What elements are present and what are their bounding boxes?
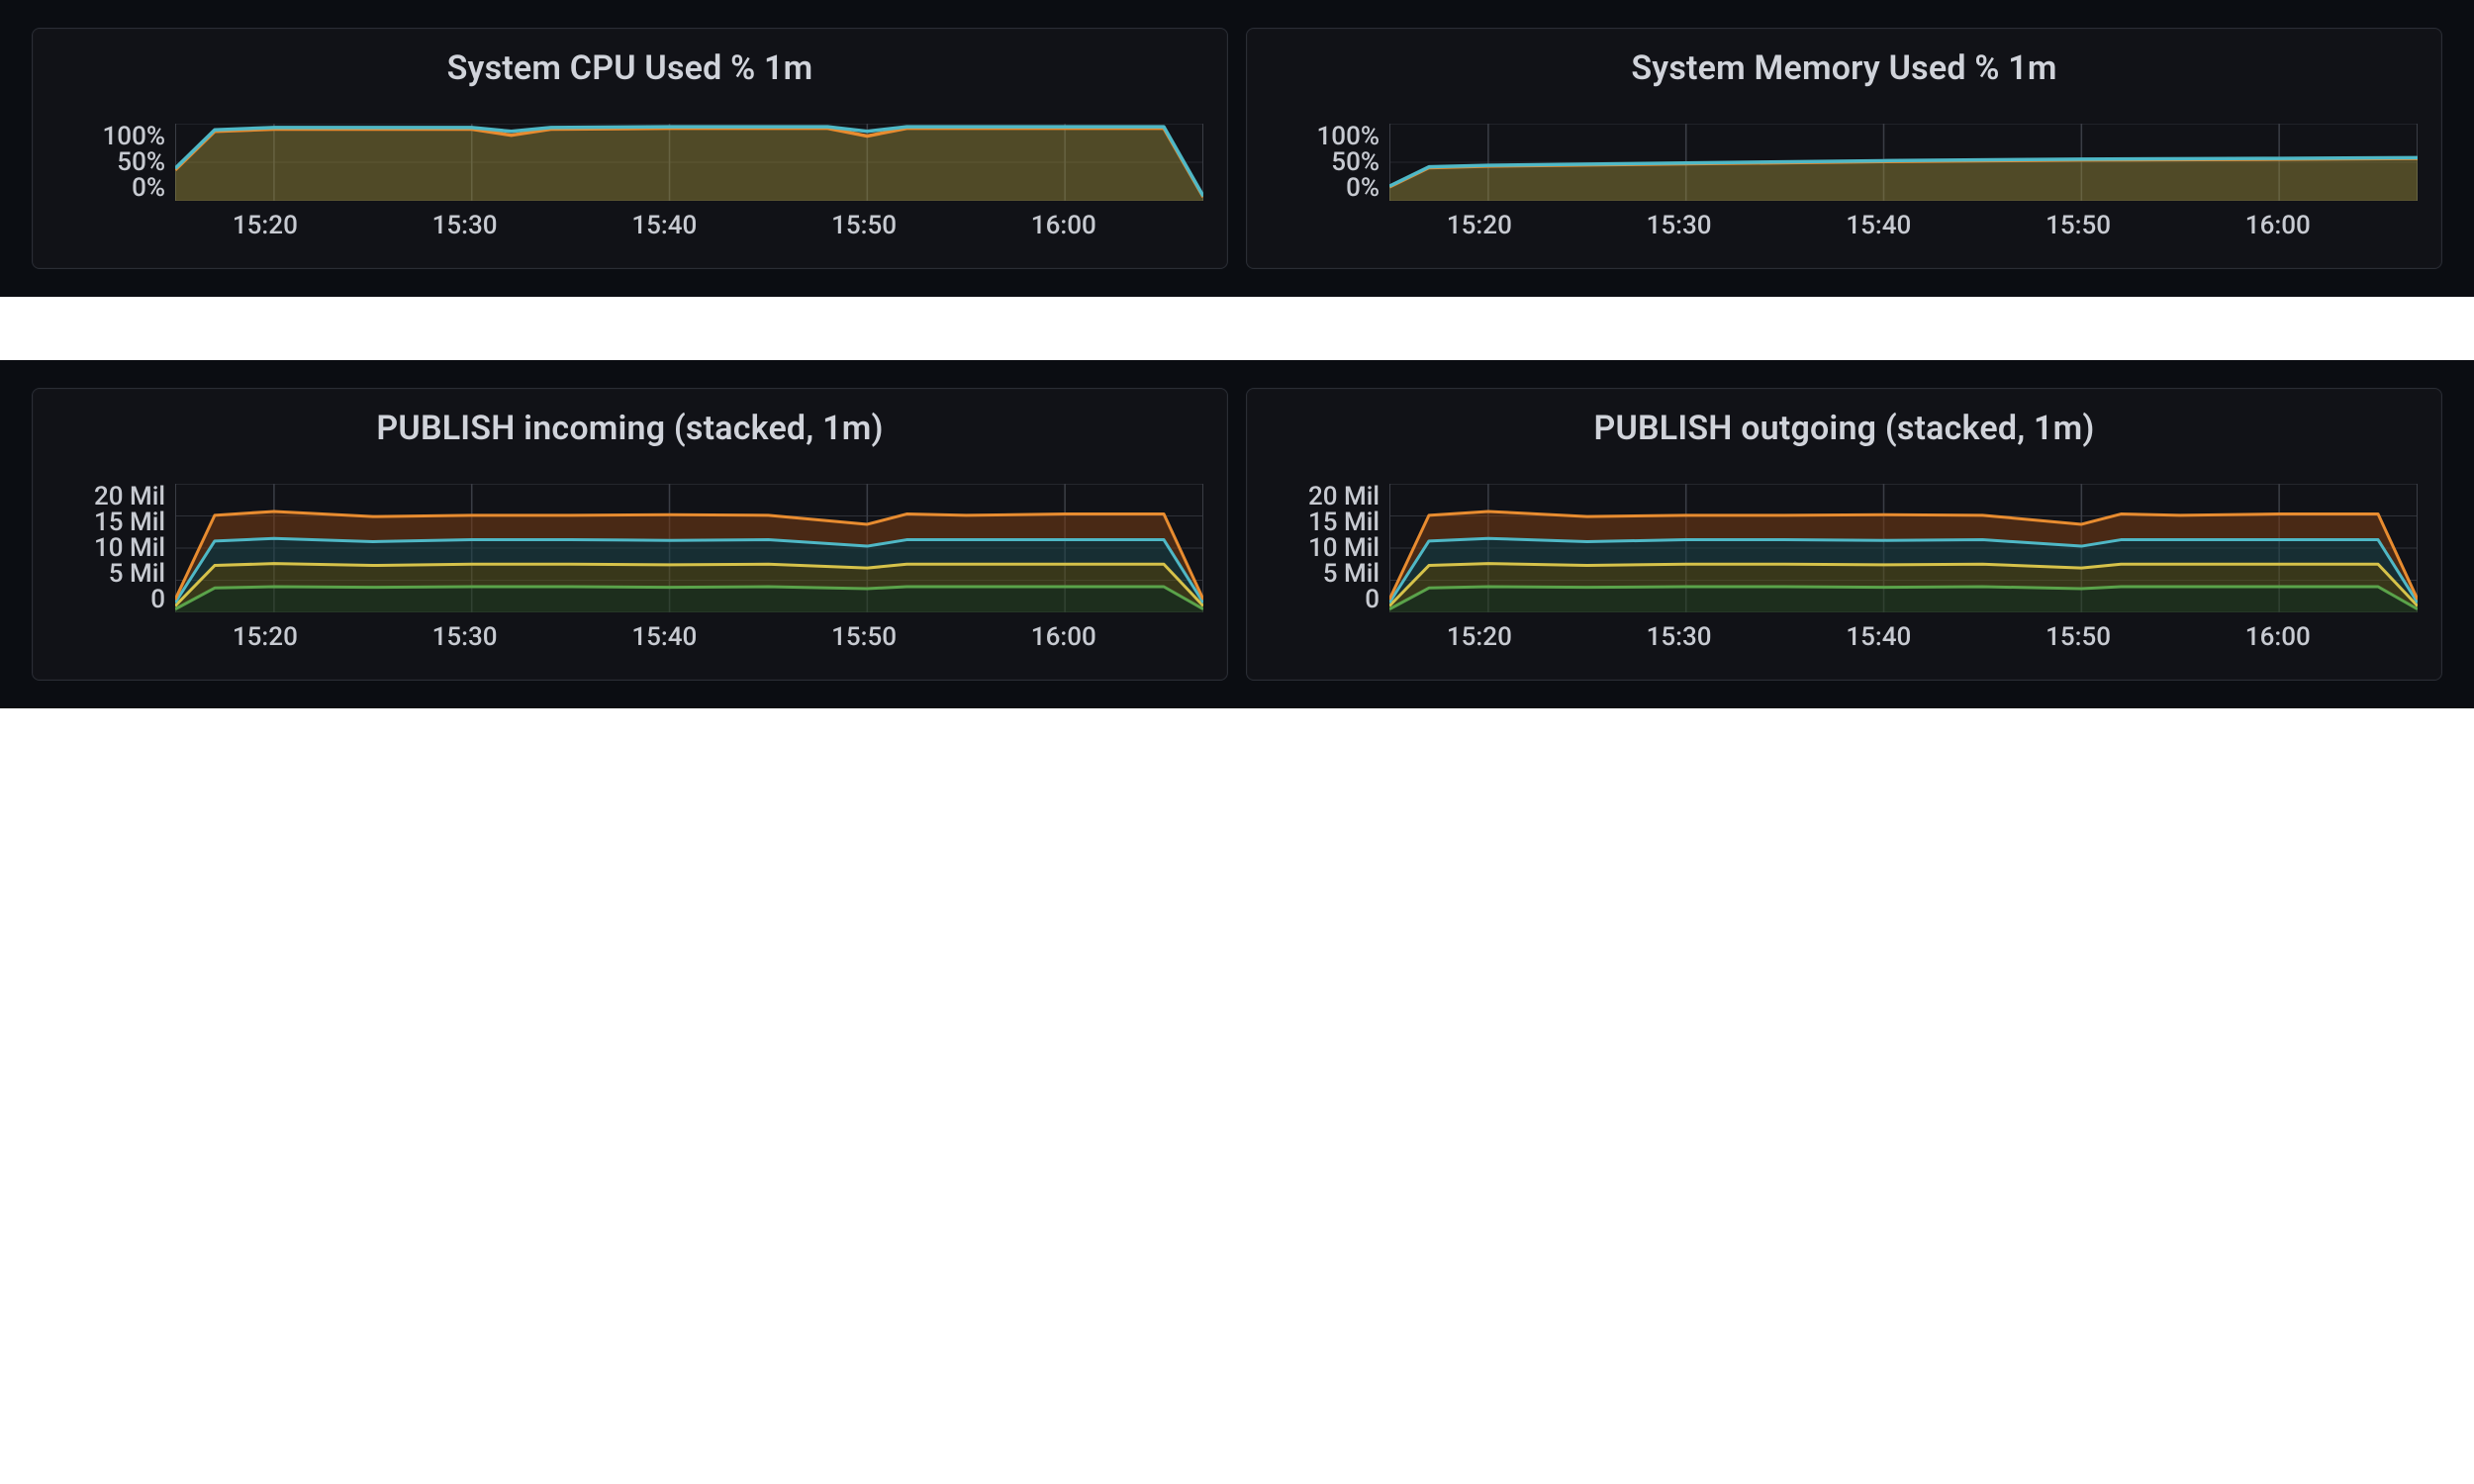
panel-cpu-title: System CPU Used % 1m bbox=[56, 48, 1203, 88]
svg-pin bbox=[175, 484, 1203, 612]
y-axis-pout: 20 Mil 15 Mil 10 Mil 5 Mil 0 bbox=[1271, 484, 1389, 612]
chart-canvas-mem[interactable] bbox=[1389, 124, 2418, 201]
x-tick: 15:40 bbox=[1846, 622, 1911, 652]
x-axis-cpu: 15:20 15:30 15:40 15:50 16:00 bbox=[165, 201, 1203, 244]
x-tick: 16:00 bbox=[1031, 211, 1096, 240]
panel-pout-title: PUBLISH outgoing (stacked, 1m) bbox=[1271, 409, 2418, 448]
row-publish: PUBLISH incoming (stacked, 1m) 20 Mil 15… bbox=[0, 360, 2474, 708]
row-system: System CPU Used % 1m 100% 50% 0% 15:2015… bbox=[0, 0, 2474, 297]
x-tick: 16:00 bbox=[2245, 622, 2311, 652]
y-tick: 50% bbox=[117, 149, 165, 175]
y-tick: 100% bbox=[103, 124, 165, 149]
y-tick: 10 Mil bbox=[94, 535, 165, 561]
panel-publish-outgoing[interactable]: PUBLISH outgoing (stacked, 1m) 20 Mil 15… bbox=[1246, 388, 2442, 681]
x-tick: 15:30 bbox=[1647, 622, 1712, 652]
x-tick: 15:50 bbox=[2046, 622, 2111, 652]
x-tick: 15:20 bbox=[233, 211, 298, 240]
panel-mem[interactable]: System Memory Used % 1m 100% 50% 0% 15:2… bbox=[1246, 28, 2442, 269]
x-tick: 15:40 bbox=[631, 622, 697, 652]
chart-canvas-pout[interactable] bbox=[1389, 484, 2418, 612]
svg-mem bbox=[1389, 124, 2418, 201]
y-tick: 15 Mil bbox=[1308, 510, 1380, 535]
y-tick: 0 bbox=[150, 587, 165, 612]
panel-publish-incoming[interactable]: PUBLISH incoming (stacked, 1m) 20 Mil 15… bbox=[32, 388, 1228, 681]
x-tick: 15:20 bbox=[233, 622, 298, 652]
plot-mem: 100% 50% 0% 15:20 15:30 15:40 15:50 16:00 bbox=[1271, 124, 2418, 244]
plot-pin: 20 Mil 15 Mil 10 Mil 5 Mil 0 15:2015:301… bbox=[56, 484, 1203, 656]
y-tick: 0 bbox=[1365, 587, 1380, 612]
x-tick: 15:40 bbox=[631, 211, 697, 240]
y-tick: 15 Mil bbox=[94, 510, 165, 535]
panel-mem-title: System Memory Used % 1m bbox=[1271, 48, 2418, 88]
x-axis-pin: 15:20 15:30 15:40 15:50 16:00 bbox=[165, 612, 1203, 656]
y-axis-pin: 20 Mil 15 Mil 10 Mil 5 Mil 0 bbox=[56, 484, 175, 612]
y-tick: 5 Mil bbox=[109, 561, 165, 587]
y-tick: 20 Mil bbox=[94, 484, 165, 510]
y-axis-cpu: 100% 50% 0% bbox=[56, 124, 175, 201]
y-tick: 10 Mil bbox=[1308, 535, 1380, 561]
svg-cpu bbox=[175, 124, 1203, 201]
x-tick: 15:50 bbox=[831, 211, 897, 240]
y-tick: 0% bbox=[1346, 175, 1380, 201]
panel-pin-title: PUBLISH incoming (stacked, 1m) bbox=[56, 409, 1203, 448]
x-tick: 16:00 bbox=[1031, 622, 1096, 652]
plot-pout: 20 Mil 15 Mil 10 Mil 5 Mil 0 15:2015:301… bbox=[1271, 484, 2418, 656]
y-axis-mem: 100% 50% 0% bbox=[1271, 124, 1389, 201]
y-tick: 100% bbox=[1317, 124, 1380, 149]
x-tick: 16:00 bbox=[2245, 211, 2311, 240]
x-tick: 15:30 bbox=[1647, 211, 1712, 240]
chart-canvas-pin[interactable] bbox=[175, 484, 1203, 612]
x-tick: 15:20 bbox=[1447, 622, 1512, 652]
panel-cpu[interactable]: System CPU Used % 1m 100% 50% 0% 15:2015… bbox=[32, 28, 1228, 269]
plot-cpu: 100% 50% 0% 15:20 15:30 15:40 15:50 16:00 bbox=[56, 124, 1203, 244]
x-axis-mem: 15:20 15:30 15:40 15:50 16:00 bbox=[1380, 201, 2418, 244]
x-tick: 15:20 bbox=[1447, 211, 1512, 240]
x-tick: 15:50 bbox=[831, 622, 897, 652]
x-tick: 15:30 bbox=[432, 211, 498, 240]
y-tick: 5 Mil bbox=[1323, 561, 1380, 587]
x-tick: 15:50 bbox=[2046, 211, 2111, 240]
row-gap bbox=[0, 297, 2474, 360]
x-tick: 15:30 bbox=[432, 622, 498, 652]
chart-canvas-cpu[interactable] bbox=[175, 124, 1203, 201]
x-axis-pout: 15:20 15:30 15:40 15:50 16:00 bbox=[1380, 612, 2418, 656]
x-tick: 15:40 bbox=[1846, 211, 1911, 240]
y-tick: 50% bbox=[1331, 149, 1380, 175]
svg-pout bbox=[1389, 484, 2418, 612]
y-tick: 0% bbox=[132, 175, 165, 201]
dashboard: System CPU Used % 1m 100% 50% 0% 15:2015… bbox=[0, 0, 2474, 1484]
y-tick: 20 Mil bbox=[1308, 484, 1380, 510]
